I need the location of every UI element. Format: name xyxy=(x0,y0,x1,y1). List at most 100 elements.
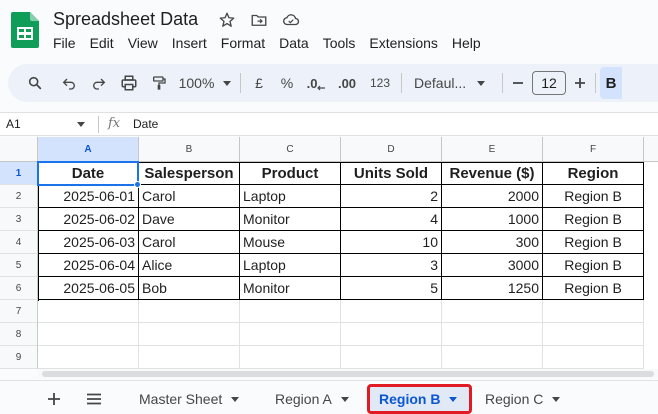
move-folder-icon[interactable] xyxy=(248,9,270,31)
row-header-8[interactable]: 8 xyxy=(0,323,38,346)
data-cell[interactable]: Carol xyxy=(139,185,240,208)
header-cell-salesperson[interactable]: Salesperson xyxy=(139,162,240,185)
data-cell[interactable]: Carol xyxy=(139,231,240,254)
decrease-font-size-icon[interactable] xyxy=(507,69,529,97)
empty-cell[interactable] xyxy=(543,300,644,323)
cloud-status-icon[interactable] xyxy=(280,9,302,31)
formula-input[interactable]: Date xyxy=(133,117,158,131)
menu-extensions[interactable]: Extensions xyxy=(362,33,444,53)
row-header-5[interactable]: 5 xyxy=(0,254,38,277)
data-cell[interactable]: Region B xyxy=(543,277,644,300)
data-cell[interactable]: 2025-06-03 xyxy=(38,231,139,254)
undo-icon[interactable] xyxy=(54,69,84,97)
name-box[interactable]: A1 xyxy=(6,117,21,131)
empty-cell[interactable] xyxy=(240,346,341,369)
empty-cell[interactable] xyxy=(341,323,442,346)
sheet-tab-region-a[interactable]: Region A xyxy=(267,386,357,412)
paint-format-icon[interactable] xyxy=(144,69,174,97)
empty-cell[interactable] xyxy=(543,323,644,346)
data-cell[interactable]: Bob xyxy=(139,277,240,300)
data-cell[interactable]: Monitor xyxy=(240,208,341,231)
chevron-down-icon[interactable] xyxy=(449,396,458,402)
more-formats-button[interactable]: 123 xyxy=(363,69,397,97)
star-icon[interactable] xyxy=(216,9,238,31)
search-menus-icon[interactable] xyxy=(16,69,54,97)
data-cell[interactable]: 2025-06-02 xyxy=(38,208,139,231)
column-header-b[interactable]: B xyxy=(139,137,240,162)
data-cell[interactable]: Region B xyxy=(543,185,644,208)
sheet-tab-master-sheet[interactable]: Master Sheet xyxy=(131,386,247,412)
header-cell-region[interactable]: Region xyxy=(543,162,644,185)
data-cell[interactable]: Region B xyxy=(543,254,644,277)
row-header-7[interactable]: 7 xyxy=(0,300,38,323)
data-cell[interactable]: 5 xyxy=(341,277,442,300)
column-header-c[interactable]: C xyxy=(240,137,341,162)
header-cell-date[interactable]: Date xyxy=(38,162,139,185)
row-header-4[interactable]: 4 xyxy=(0,231,38,254)
menu-file[interactable]: File xyxy=(46,33,83,53)
data-cell[interactable]: 300 xyxy=(442,231,543,254)
horizontal-scrollbar[interactable] xyxy=(38,369,658,378)
row-header-9[interactable]: 9 xyxy=(0,346,38,369)
fill-handle[interactable] xyxy=(134,181,141,188)
increase-decimal-button[interactable]: .00 xyxy=(331,69,363,97)
chevron-down-icon[interactable] xyxy=(552,396,561,402)
data-cell[interactable]: 2000 xyxy=(442,185,543,208)
row-header-3[interactable]: 3 xyxy=(0,208,38,231)
chevron-down-icon[interactable] xyxy=(340,396,349,402)
empty-cell[interactable] xyxy=(442,323,543,346)
print-icon[interactable] xyxy=(114,69,144,97)
empty-cell[interactable] xyxy=(38,346,139,369)
data-cell[interactable]: Region B xyxy=(543,208,644,231)
empty-cell[interactable] xyxy=(139,346,240,369)
data-cell[interactable]: 1250 xyxy=(442,277,543,300)
document-title[interactable]: Spreadsheet Data xyxy=(53,9,198,30)
spreadsheet-grid[interactable]: A B C D E F 1 2 3 4 5 6 7 8 9 Date Sales… xyxy=(0,137,658,369)
menu-format[interactable]: Format xyxy=(214,33,272,53)
data-cell[interactable]: 1000 xyxy=(442,208,543,231)
data-cell[interactable]: 4 xyxy=(341,208,442,231)
redo-icon[interactable] xyxy=(84,69,114,97)
row-header-6[interactable]: 6 xyxy=(0,277,38,300)
column-header-a[interactable]: A xyxy=(38,137,139,162)
row-header-1[interactable]: 1 xyxy=(0,162,38,185)
data-cell[interactable]: 3000 xyxy=(442,254,543,277)
sheet-tab-region-b[interactable]: Region B xyxy=(367,384,472,414)
menu-edit[interactable]: Edit xyxy=(83,33,121,53)
bold-button[interactable]: B xyxy=(600,67,622,99)
add-sheet-icon[interactable] xyxy=(42,387,66,411)
empty-cell[interactable] xyxy=(38,323,139,346)
data-cell[interactable]: 10 xyxy=(341,231,442,254)
header-cell-units-sold[interactable]: Units Sold xyxy=(341,162,442,185)
format-currency-button[interactable]: £ xyxy=(245,69,273,97)
chevron-down-icon[interactable] xyxy=(77,122,85,127)
font-size-input[interactable]: 12 xyxy=(532,71,566,95)
column-header-f[interactable]: F xyxy=(543,137,644,162)
menu-data[interactable]: Data xyxy=(272,33,316,53)
data-cell[interactable]: 3 xyxy=(341,254,442,277)
data-cell[interactable]: Dave xyxy=(139,208,240,231)
menu-view[interactable]: View xyxy=(121,33,165,53)
column-header-g[interactable] xyxy=(644,137,658,162)
header-cell-product[interactable]: Product xyxy=(240,162,341,185)
empty-cell[interactable] xyxy=(240,323,341,346)
all-sheets-menu-icon[interactable] xyxy=(82,387,106,411)
empty-cell[interactable] xyxy=(341,346,442,369)
empty-cell[interactable] xyxy=(240,300,341,323)
scrollbar-thumb[interactable] xyxy=(42,371,654,377)
data-cell[interactable]: Region B xyxy=(543,231,644,254)
data-cell[interactable]: 2025-06-05 xyxy=(38,277,139,300)
empty-cell[interactable] xyxy=(139,300,240,323)
row-header-2[interactable]: 2 xyxy=(0,185,38,208)
decrease-decimal-button[interactable]: .0 xyxy=(301,69,331,97)
font-select[interactable]: Defaul... xyxy=(406,69,498,97)
sheet-tab-region-c[interactable]: Region C xyxy=(477,386,568,412)
menu-help[interactable]: Help xyxy=(445,33,488,53)
data-cell[interactable]: Laptop xyxy=(240,185,341,208)
empty-cell[interactable] xyxy=(543,346,644,369)
empty-cell[interactable] xyxy=(442,300,543,323)
data-cell[interactable]: 2025-06-04 xyxy=(38,254,139,277)
header-cell-revenue[interactable]: Revenue ($) xyxy=(442,162,543,185)
menu-tools[interactable]: Tools xyxy=(316,33,363,53)
data-cell[interactable]: Mouse xyxy=(240,231,341,254)
